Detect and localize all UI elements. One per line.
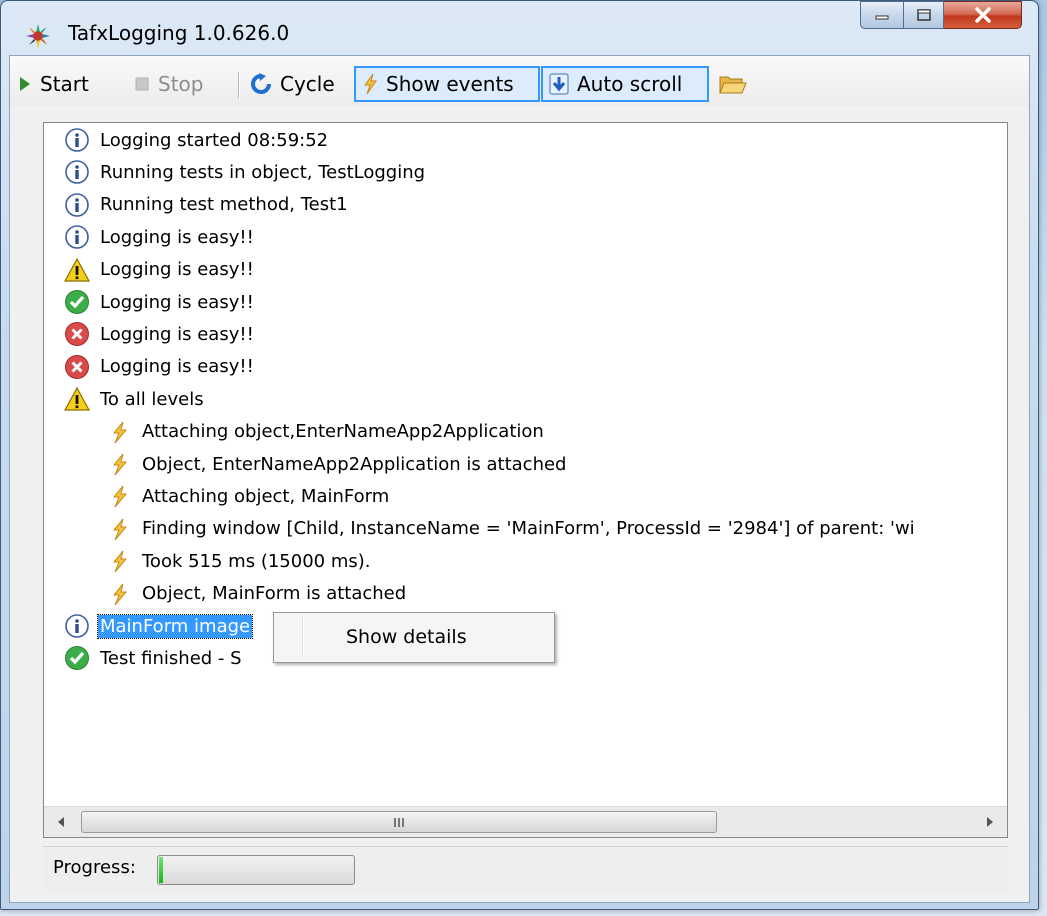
client-area: Start Stop Cycle Show events Auto scroll [9, 55, 1030, 903]
progress-label: Progress: [53, 857, 136, 878]
lightning-icon [106, 516, 132, 542]
log-list[interactable]: Logging started 08:59:52 Running tests in… [44, 123, 1007, 806]
error-icon [64, 321, 90, 347]
lightning-icon [106, 483, 132, 509]
lightning-icon [106, 548, 132, 574]
log-item-text: Object, MainForm is attached [142, 583, 407, 605]
log-item[interactable]: MainForm image [64, 611, 254, 641]
scroll-left-button[interactable] [46, 811, 76, 833]
log-item-text: Running tests in object, TestLogging [100, 161, 426, 183]
log-item[interactable]: Logging is easy!! [64, 287, 256, 317]
show-events-button[interactable]: Show events [354, 66, 540, 102]
log-item[interactable]: Running test method, Test1 [64, 190, 350, 220]
status-bar: Progress: [43, 846, 1008, 893]
log-item-text: Attaching object,EnterNameApp2Applicatio… [142, 421, 544, 443]
context-menu: Show details [273, 612, 555, 663]
app-logo-icon [26, 24, 50, 48]
toolbar-separator [238, 72, 239, 98]
lightning-icon [106, 581, 132, 607]
warning-icon [63, 257, 91, 283]
log-item[interactable]: Logging is easy!! [64, 352, 256, 382]
log-item-text: Running test method, Test1 [100, 194, 348, 216]
app-window: TafxLogging 1.0.626.0 Start Stop Cycle S… [0, 0, 1039, 910]
log-item[interactable]: Logging is easy!! [63, 255, 256, 285]
check-icon [64, 645, 90, 671]
warning-icon [63, 386, 91, 412]
lightning-icon [106, 451, 132, 477]
start-button[interactable]: Start [18, 66, 89, 102]
minimize-button[interactable] [860, 1, 904, 29]
log-item[interactable]: Took 515 ms (15000 ms). [106, 546, 372, 576]
log-item-text: Logging is easy!! [100, 323, 254, 345]
open-folder-icon [719, 76, 747, 94]
log-item[interactable]: Logging is easy!! [64, 319, 256, 349]
log-panel[interactable]: Logging started 08:59:52 Running tests in… [43, 122, 1008, 838]
log-item-text: Took 515 ms (15000 ms). [142, 550, 371, 572]
log-item-text: Finding window [Child, InstanceName = 'M… [142, 518, 915, 540]
log-item[interactable]: Object, MainForm is attached [106, 579, 408, 609]
log-item[interactable]: Attaching object,EnterNameApp2Applicatio… [106, 417, 546, 447]
log-item[interactable]: Attaching object, MainForm [106, 481, 391, 511]
minimize-icon [875, 15, 889, 20]
stop-icon [135, 77, 149, 91]
scroll-down-icon [549, 73, 569, 95]
log-item[interactable]: Logging started 08:59:52 [64, 125, 330, 155]
log-item[interactable]: Logging is easy!! [64, 222, 256, 252]
log-item-text: Object, EnterNameApp2Application is atta… [142, 453, 567, 475]
toolbar: Start Stop Cycle Show events Auto scroll [10, 56, 1029, 106]
info-icon [64, 192, 90, 218]
arrow-left-icon [58, 817, 64, 827]
check-icon [64, 289, 90, 315]
log-item[interactable]: Object, EnterNameApp2Application is atta… [106, 449, 568, 479]
log-item-text: Logging is easy!! [100, 259, 254, 281]
arrow-right-icon [987, 817, 993, 827]
log-item-text: Logging is easy!! [100, 226, 254, 248]
scroll-right-button[interactable] [975, 811, 1005, 833]
cycle-label: Cycle [280, 72, 335, 96]
info-icon [64, 613, 90, 639]
close-button[interactable] [944, 1, 1022, 29]
cycle-icon [251, 73, 271, 94]
window-title: TafxLogging 1.0.626.0 [68, 21, 290, 45]
log-item-text: Logging started 08:59:52 [100, 129, 329, 151]
cycle-button[interactable]: Cycle [250, 66, 335, 102]
info-icon [64, 159, 90, 185]
log-item-text: Logging is easy!! [100, 356, 254, 378]
close-icon [974, 7, 991, 23]
grip-icon [394, 817, 404, 827]
auto-scroll-button[interactable]: Auto scroll [541, 66, 709, 102]
info-icon [64, 224, 90, 250]
show-events-label: Show events [386, 72, 514, 96]
log-item[interactable]: To all levels [63, 384, 206, 414]
log-item-text: Attaching object, MainForm [142, 485, 390, 507]
play-icon [20, 77, 30, 91]
error-icon [64, 354, 90, 380]
stop-label: Stop [158, 72, 204, 96]
maximize-button[interactable] [904, 1, 944, 29]
maximize-icon [916, 9, 931, 21]
info-icon [64, 127, 90, 153]
progress-bar [157, 855, 355, 885]
log-item-text: To all levels [100, 388, 204, 410]
auto-scroll-label: Auto scroll [577, 72, 683, 96]
log-item[interactable]: Running tests in object, TestLogging [64, 157, 427, 187]
caption-buttons [860, 1, 1022, 31]
start-label: Start [40, 72, 89, 96]
log-item[interactable]: Finding window [Child, InstanceName = 'M… [106, 514, 917, 544]
menu-item-show-details[interactable]: Show details [346, 626, 467, 648]
log-item-text: Logging is easy!! [100, 291, 254, 313]
lightning-icon [364, 73, 377, 95]
open-folder-button[interactable] [718, 66, 748, 102]
log-item-text: Test finished - S [100, 647, 242, 669]
log-item[interactable]: Test finished - S [64, 643, 244, 673]
horizontal-scrollbar[interactable] [44, 806, 1007, 837]
stop-button[interactable]: Stop [134, 66, 203, 102]
scroll-thumb[interactable] [81, 811, 717, 833]
lightning-icon [106, 419, 132, 445]
title-bar[interactable]: TafxLogging 1.0.626.0 [1, 1, 1038, 55]
menu-gutter [302, 616, 303, 659]
progress-fill [159, 857, 163, 883]
log-item-text: MainForm image [96, 613, 254, 639]
